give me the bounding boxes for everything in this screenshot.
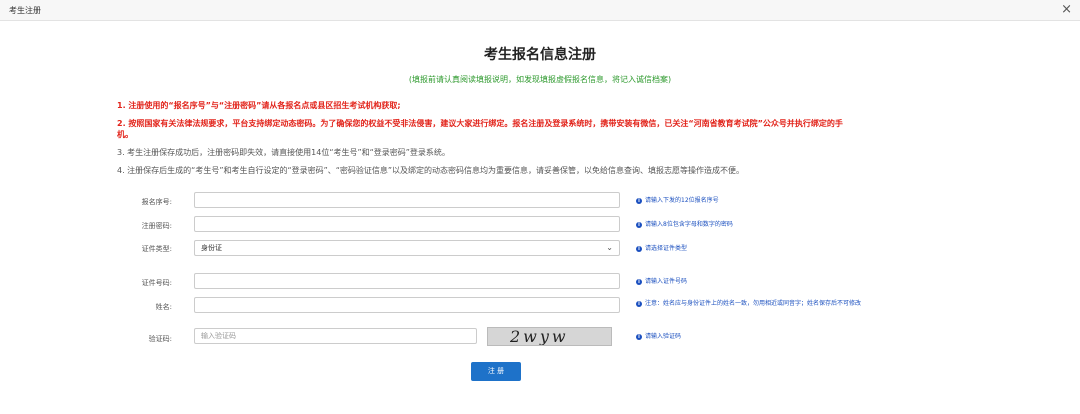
notice-2-cont: 机。 bbox=[117, 130, 133, 139]
info-icon: i bbox=[636, 334, 642, 340]
page-subtitle: (填报前请认真阅读填报说明，如发现填报虚假报名信息，将记入诚信档案) bbox=[408, 75, 672, 84]
id-no-label: 证件号码: bbox=[141, 279, 172, 287]
captcha-input[interactable]: 输入验证码 bbox=[194, 328, 477, 344]
info-icon: i bbox=[636, 198, 642, 204]
page-title: 考生报名信息注册 bbox=[484, 47, 596, 63]
id-type-value: 身份证 bbox=[201, 244, 222, 252]
captcha-hint: i 请输入验证码 bbox=[636, 332, 906, 341]
name-label: 姓名: bbox=[155, 303, 172, 311]
id-no-hint: i 请输入证件号码 bbox=[636, 277, 906, 286]
info-icon: i bbox=[636, 222, 642, 228]
name-input[interactable] bbox=[194, 297, 620, 313]
captcha-label: 验证码: bbox=[148, 335, 172, 343]
reg-pwd-hint: i 请输入8位包含字母和数字的密码 bbox=[636, 220, 906, 229]
notice-2: 2. 按照国家有关法律法规要求，平台支持绑定动态密码。为了确保您的权益不受非法侵… bbox=[117, 119, 843, 128]
captcha-image-text: 2wyw bbox=[510, 327, 569, 346]
dialog-title: 考生注册 bbox=[9, 6, 41, 15]
reg-pwd-input[interactable] bbox=[194, 216, 620, 232]
id-type-label: 证件类型: bbox=[141, 245, 172, 253]
reg-no-label: 报名序号: bbox=[141, 198, 172, 206]
close-icon[interactable]: × bbox=[1061, 1, 1072, 19]
info-icon: i bbox=[636, 246, 642, 252]
id-no-input[interactable] bbox=[194, 273, 620, 289]
dialog-titlebar: 考生注册 × bbox=[0, 0, 1080, 21]
info-icon: i bbox=[636, 279, 642, 285]
id-type-hint: i 请选择证件类型 bbox=[636, 244, 906, 253]
chevron-down-icon: ⌄ bbox=[606, 243, 613, 252]
reg-no-hint: i 请输入下发的12位报名序号 bbox=[636, 196, 906, 205]
register-button[interactable]: 注 册 bbox=[471, 362, 521, 381]
reg-no-input[interactable] bbox=[194, 192, 620, 208]
reg-pwd-label: 注册密码: bbox=[141, 222, 172, 230]
info-icon: i bbox=[636, 301, 642, 307]
name-hint: i 注意：姓名应与身份证件上的姓名一致，勿用相近或同音字；姓名保存后不可修改 bbox=[636, 299, 906, 308]
captcha-image[interactable]: 2wyw bbox=[487, 327, 612, 346]
notice-3: 3. 考生注册保存成功后，注册密码即失效，请直接使用14位“考生号”和“登录密码… bbox=[117, 148, 450, 157]
notice-4: 4. 注册保存后生成的“考生号”和考生自行设定的“登录密码”、“密码验证信息”以… bbox=[117, 166, 745, 175]
id-type-select[interactable]: 身份证 ⌄ bbox=[194, 240, 620, 256]
notice-1: 1. 注册使用的“报名序号”与“注册密码”请从各报名点或县区招生考试机构获取; bbox=[117, 101, 401, 110]
